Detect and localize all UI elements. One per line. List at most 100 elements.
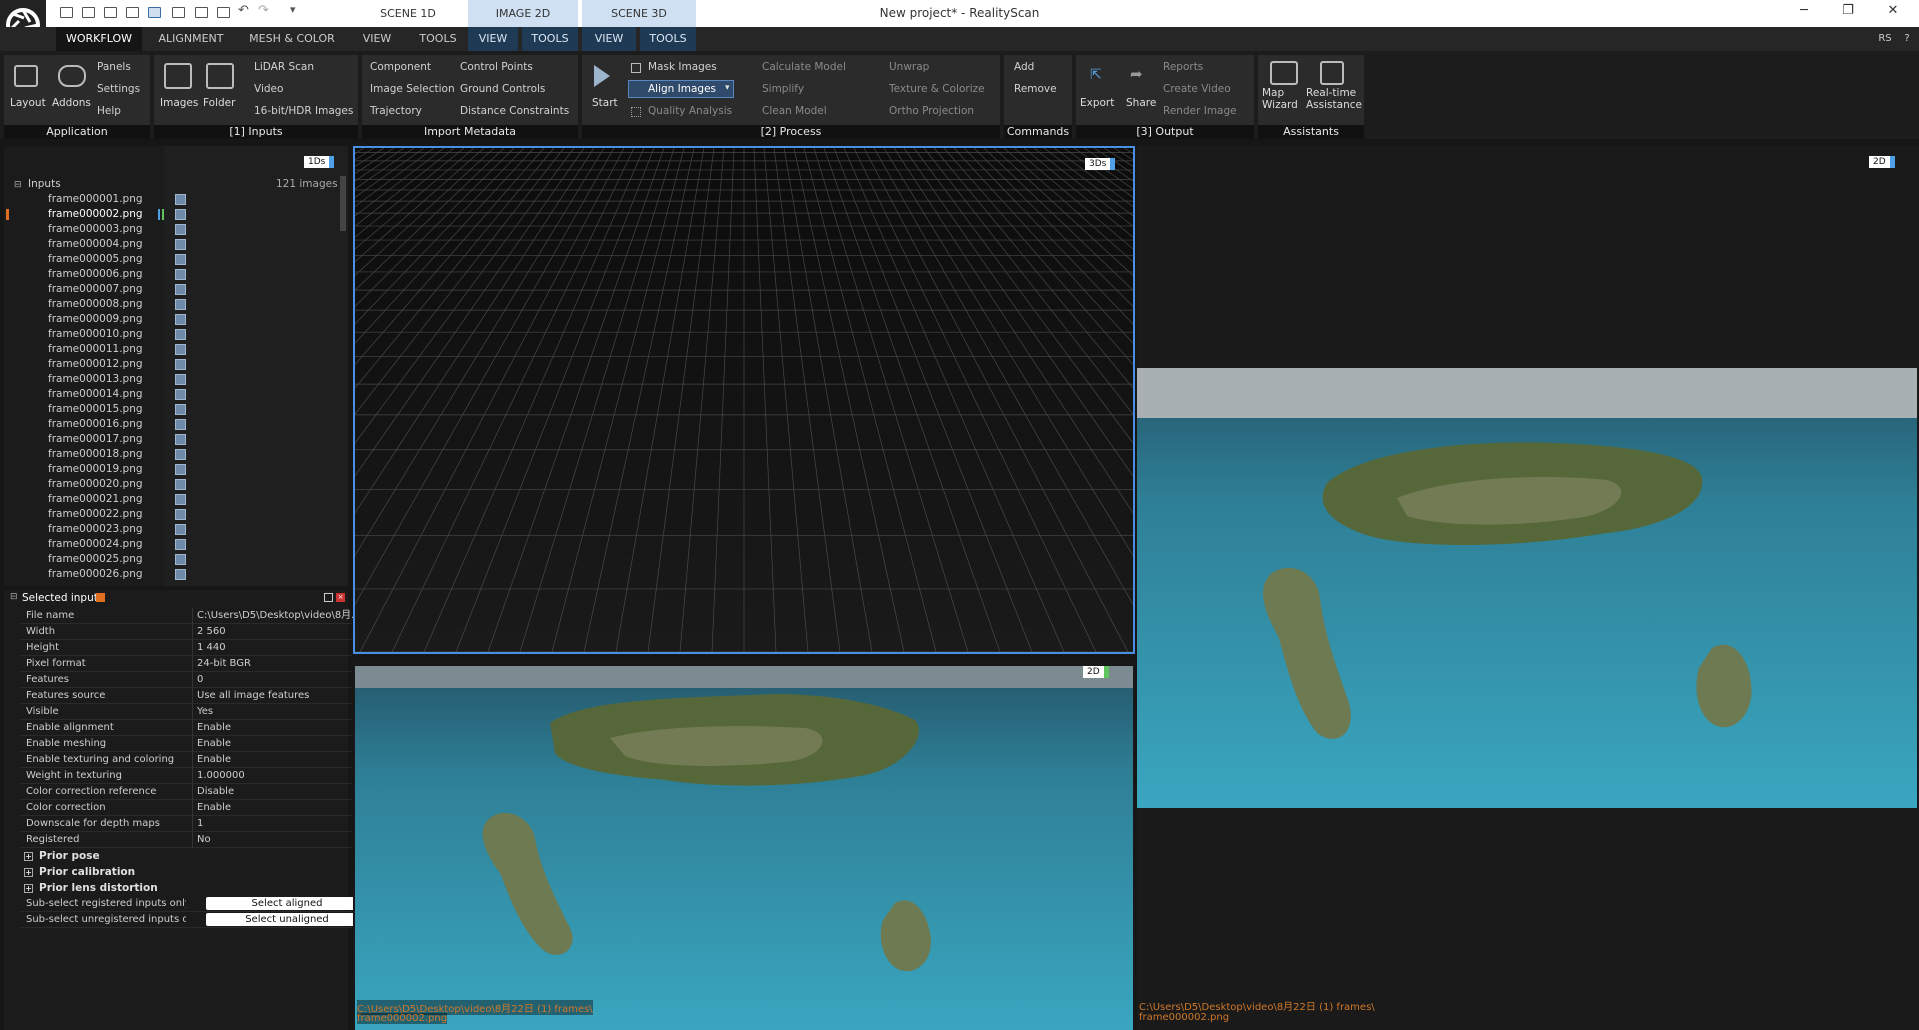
list-item[interactable]: frame000021.png bbox=[48, 492, 143, 507]
property-row[interactable]: Visible Yes bbox=[20, 704, 352, 720]
list-item[interactable]: frame000014.png bbox=[48, 387, 143, 402]
add-button[interactable]: Add bbox=[1014, 61, 1034, 73]
property-value[interactable]: 1 440 bbox=[192, 640, 362, 656]
list-item[interactable]: frame000009.png bbox=[48, 312, 143, 327]
list-item[interactable]: frame000003.png bbox=[48, 222, 143, 237]
map-wizard-label-1[interactable]: Map bbox=[1262, 87, 1284, 99]
list-item[interactable]: frame000020.png bbox=[48, 477, 143, 492]
settings-button[interactable]: Settings bbox=[97, 83, 140, 95]
property-row[interactable]: File name C:\Users\D5\Desktop\video\8月... bbox=[20, 608, 361, 624]
property-row[interactable]: Pixel format 24-bit BGR bbox=[20, 656, 352, 672]
menu-alignment[interactable]: ALIGNMENT bbox=[150, 27, 232, 51]
property-value[interactable]: 24-bit BGR bbox=[192, 656, 362, 672]
lidar-scan-button[interactable]: LiDAR Scan bbox=[254, 61, 314, 73]
panels-button[interactable]: Panels bbox=[97, 61, 131, 73]
image-selection-button[interactable]: Image Selection bbox=[370, 83, 455, 95]
trajectory-button[interactable]: Trajectory bbox=[370, 105, 422, 117]
panel-badge-2d-bottom[interactable]: 2D bbox=[1083, 666, 1109, 678]
property-section[interactable]: + Prior calibration bbox=[24, 866, 135, 878]
viewport-3d[interactable]: 3Ds bbox=[353, 146, 1135, 654]
list-item[interactable]: frame000025.png bbox=[48, 552, 143, 567]
minimize-button[interactable]: ─ bbox=[1794, 3, 1814, 18]
property-row[interactable]: Enable alignment Enable bbox=[20, 720, 352, 736]
property-value[interactable]: 0 bbox=[192, 672, 362, 688]
list-item[interactable]: frame000008.png bbox=[48, 297, 143, 312]
select-aligned-button[interactable]: Select aligned bbox=[206, 897, 368, 910]
property-value[interactable]: Yes bbox=[192, 704, 362, 720]
property-value[interactable]: 2 560 bbox=[192, 624, 362, 640]
images-button[interactable]: Images bbox=[160, 97, 198, 109]
property-value[interactable]: Use all image features bbox=[192, 688, 362, 704]
reports-button[interactable]: Reports bbox=[1163, 61, 1203, 73]
help-icon[interactable]: ? bbox=[1898, 27, 1916, 51]
property-row[interactable]: Color correction Enable bbox=[20, 800, 352, 816]
images-icon[interactable] bbox=[164, 63, 192, 89]
property-row[interactable]: Color correction reference Disable bbox=[20, 784, 352, 800]
share-button[interactable]: Share bbox=[1126, 97, 1156, 109]
list-item[interactable]: frame000004.png bbox=[48, 237, 143, 252]
inputs-root[interactable]: Inputs bbox=[28, 177, 61, 192]
property-value[interactable]: No bbox=[192, 832, 362, 848]
pin-icon[interactable] bbox=[96, 593, 105, 602]
folder-icon[interactable] bbox=[206, 63, 234, 89]
video-button[interactable]: Video bbox=[254, 83, 283, 95]
panel-badge-1ds[interactable]: 1Ds bbox=[304, 156, 335, 168]
property-row[interactable]: Features source Use all image features bbox=[20, 688, 352, 704]
property-row[interactable]: Downscale for depth maps 1 bbox=[20, 816, 352, 832]
property-row[interactable]: Height 1 440 bbox=[20, 640, 352, 656]
menu-mesh-color[interactable]: MESH & COLOR bbox=[240, 27, 344, 51]
list-item[interactable]: frame000001.png bbox=[48, 192, 143, 207]
user-badge[interactable]: RS bbox=[1874, 27, 1896, 51]
map-wizard-label-2[interactable]: Wizard bbox=[1262, 99, 1298, 111]
collapse-icon[interactable]: ⊟ bbox=[14, 180, 22, 190]
menu-view-3d[interactable]: VIEW bbox=[582, 27, 636, 51]
property-value[interactable]: C:\Users\D5\Desktop\video\8月... bbox=[192, 608, 362, 624]
distance-constraints-button[interactable]: Distance Constraints bbox=[460, 105, 569, 117]
menu-tools-3d[interactable]: TOOLS bbox=[640, 27, 696, 51]
property-value[interactable]: 1 bbox=[192, 816, 362, 832]
realtime-label-1[interactable]: Real-time bbox=[1306, 87, 1356, 99]
map-wizard-icon[interactable] bbox=[1270, 61, 1298, 85]
property-row[interactable]: Enable meshing Enable bbox=[20, 736, 352, 752]
hdr-images-button[interactable]: 16-bit/HDR Images bbox=[254, 105, 353, 117]
calculate-model-button[interactable]: Calculate Model bbox=[762, 61, 846, 73]
image-view-2d-bottom[interactable]: 2D C:\Users\D5\Desktop\video\8月22日 (1) f… bbox=[353, 658, 1135, 1030]
menu-view-2d[interactable]: VIEW bbox=[468, 27, 518, 51]
align-images-dropdown-icon[interactable]: ▾ bbox=[725, 83, 730, 93]
expand-icon[interactable]: + bbox=[24, 852, 33, 861]
list-item[interactable]: frame000026.png bbox=[48, 567, 143, 582]
property-value[interactable]: 1.000000 bbox=[192, 768, 362, 784]
property-row[interactable]: Enable texturing and coloring Enable bbox=[20, 752, 352, 768]
property-row[interactable]: Width 2 560 bbox=[20, 624, 352, 640]
list-scrollbar[interactable] bbox=[340, 176, 346, 231]
property-value[interactable]: Enable bbox=[192, 752, 362, 768]
control-points-button[interactable]: Control Points bbox=[460, 61, 533, 73]
menu-tools-2d[interactable]: TOOLS bbox=[522, 27, 578, 51]
list-item[interactable]: frame000023.png bbox=[48, 522, 143, 537]
create-video-button[interactable]: Create Video bbox=[1163, 83, 1231, 95]
panel-badge-3ds[interactable]: 3Ds bbox=[1085, 158, 1116, 170]
property-section[interactable]: + Prior lens distortion bbox=[24, 882, 158, 894]
layout-icon[interactable] bbox=[14, 65, 38, 87]
menu-workflow[interactable]: WORKFLOW bbox=[56, 27, 142, 51]
share-icon[interactable]: ➦ bbox=[1130, 65, 1143, 83]
menu-tools[interactable]: TOOLS bbox=[410, 27, 466, 51]
ortho-projection-button[interactable]: Ortho Projection bbox=[889, 105, 974, 117]
select-unaligned-button[interactable]: Select unaligned bbox=[206, 913, 368, 926]
list-item[interactable]: frame000012.png bbox=[48, 357, 143, 372]
help-button[interactable]: Help bbox=[97, 105, 121, 117]
realtime-label-2[interactable]: Assistance bbox=[1306, 99, 1362, 111]
layout-button[interactable]: Layout bbox=[10, 97, 46, 109]
folder-button[interactable]: Folder bbox=[203, 97, 235, 109]
property-section[interactable]: + Prior pose bbox=[24, 850, 100, 862]
clean-model-button[interactable]: Clean Model bbox=[762, 105, 827, 117]
property-row[interactable]: Features 0 bbox=[20, 672, 352, 688]
close-button[interactable]: ✕ bbox=[1883, 3, 1903, 18]
list-item[interactable]: frame000019.png bbox=[48, 462, 143, 477]
list-item[interactable]: frame000017.png bbox=[48, 432, 143, 447]
list-item[interactable]: frame000010.png bbox=[48, 327, 143, 342]
remove-button[interactable]: Remove bbox=[1014, 83, 1057, 95]
realtime-assistance-icon[interactable] bbox=[1320, 61, 1344, 85]
export-button[interactable]: Export bbox=[1080, 97, 1114, 109]
align-images-button[interactable]: Align Images bbox=[648, 83, 716, 95]
